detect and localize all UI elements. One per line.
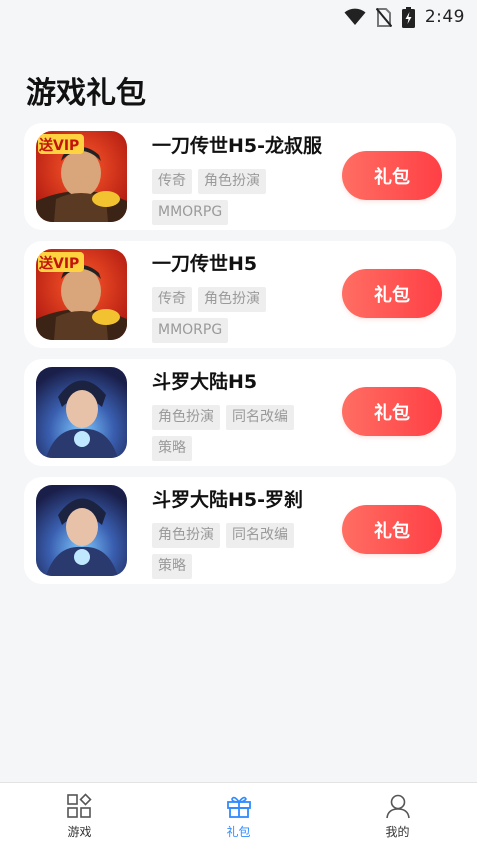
page-title: 游戏礼包 bbox=[26, 76, 146, 111]
tag: 同名改编 bbox=[226, 523, 294, 548]
hero-icon[interactable] bbox=[36, 485, 127, 576]
vip-warrior-icon[interactable]: 送VIP bbox=[36, 131, 127, 222]
gift-icon bbox=[226, 796, 251, 818]
tag: 角色扮演 bbox=[198, 169, 266, 194]
tag: 传奇 bbox=[152, 169, 192, 194]
tag: 策略 bbox=[152, 436, 192, 461]
icon-badge: 送VIP bbox=[39, 256, 80, 272]
game-name: 斗罗大陆H5 bbox=[152, 371, 258, 393]
tag: 传奇 bbox=[152, 287, 192, 312]
tag: MMORPG bbox=[152, 318, 229, 343]
tag: 角色扮演 bbox=[152, 405, 220, 430]
tag-list: 传奇 角色扮演 MMORPG bbox=[152, 169, 322, 225]
no-sim-icon bbox=[375, 7, 392, 27]
game-list: 送VIP 一刀传世H5-龙叔服 传奇 角色扮演 MMORPG 礼包 送VIP 一… bbox=[24, 123, 456, 584]
tag-list: 传奇 角色扮演 MMORPG bbox=[152, 287, 322, 343]
nav-label: 我的 bbox=[385, 825, 410, 839]
game-name: 一刀传世H5-龙叔服 bbox=[152, 135, 323, 157]
game-card[interactable]: 斗罗大陆H5 角色扮演 同名改编 策略 礼包 bbox=[24, 359, 456, 466]
nav-label: 游戏 bbox=[67, 825, 92, 839]
nav-item-games[interactable]: 游戏 bbox=[0, 783, 159, 850]
tag-list: 角色扮演 同名改编 策略 bbox=[152, 523, 322, 579]
gift-button[interactable]: 礼包 bbox=[342, 151, 442, 200]
nav-item-gifts[interactable]: 礼包 bbox=[159, 783, 318, 850]
icon-badge: 送VIP bbox=[39, 138, 80, 154]
status-bar: 2:49 bbox=[0, 0, 477, 34]
tag: 同名改编 bbox=[226, 405, 294, 430]
vip-warrior-icon[interactable]: 送VIP bbox=[36, 249, 127, 340]
wifi-icon bbox=[344, 8, 366, 25]
game-card[interactable]: 送VIP 一刀传世H5 传奇 角色扮演 MMORPG 礼包 bbox=[24, 241, 456, 348]
tag: 角色扮演 bbox=[152, 523, 220, 548]
grid-icon bbox=[66, 793, 92, 818]
status-time: 2:49 bbox=[424, 7, 465, 27]
gift-button[interactable]: 礼包 bbox=[342, 269, 442, 318]
game-card[interactable]: 送VIP 一刀传世H5-龙叔服 传奇 角色扮演 MMORPG 礼包 bbox=[24, 123, 456, 230]
nav-label: 礼包 bbox=[226, 825, 251, 839]
game-name: 一刀传世H5 bbox=[152, 253, 258, 275]
tag-list: 角色扮演 同名改编 策略 bbox=[152, 405, 322, 461]
battery-charging-icon bbox=[401, 6, 415, 28]
tag: MMORPG bbox=[152, 200, 229, 225]
nav-item-profile[interactable]: 我的 bbox=[318, 783, 477, 850]
bottom-nav: 游戏 礼包 我的 bbox=[0, 782, 477, 850]
user-icon bbox=[385, 794, 410, 819]
game-card[interactable]: 斗罗大陆H5-罗刹 角色扮演 同名改编 策略 礼包 bbox=[24, 477, 456, 584]
game-name: 斗罗大陆H5-罗刹 bbox=[152, 489, 304, 511]
gift-button[interactable]: 礼包 bbox=[342, 505, 442, 554]
tag: 策略 bbox=[152, 554, 192, 579]
screen: 2:49 游戏礼包 送VIP 一刀传世H5-龙叔服 传奇 角色扮演 MMORPG… bbox=[0, 0, 477, 850]
gift-button[interactable]: 礼包 bbox=[342, 387, 442, 436]
tag: 角色扮演 bbox=[198, 287, 266, 312]
hero-icon[interactable] bbox=[36, 367, 127, 458]
